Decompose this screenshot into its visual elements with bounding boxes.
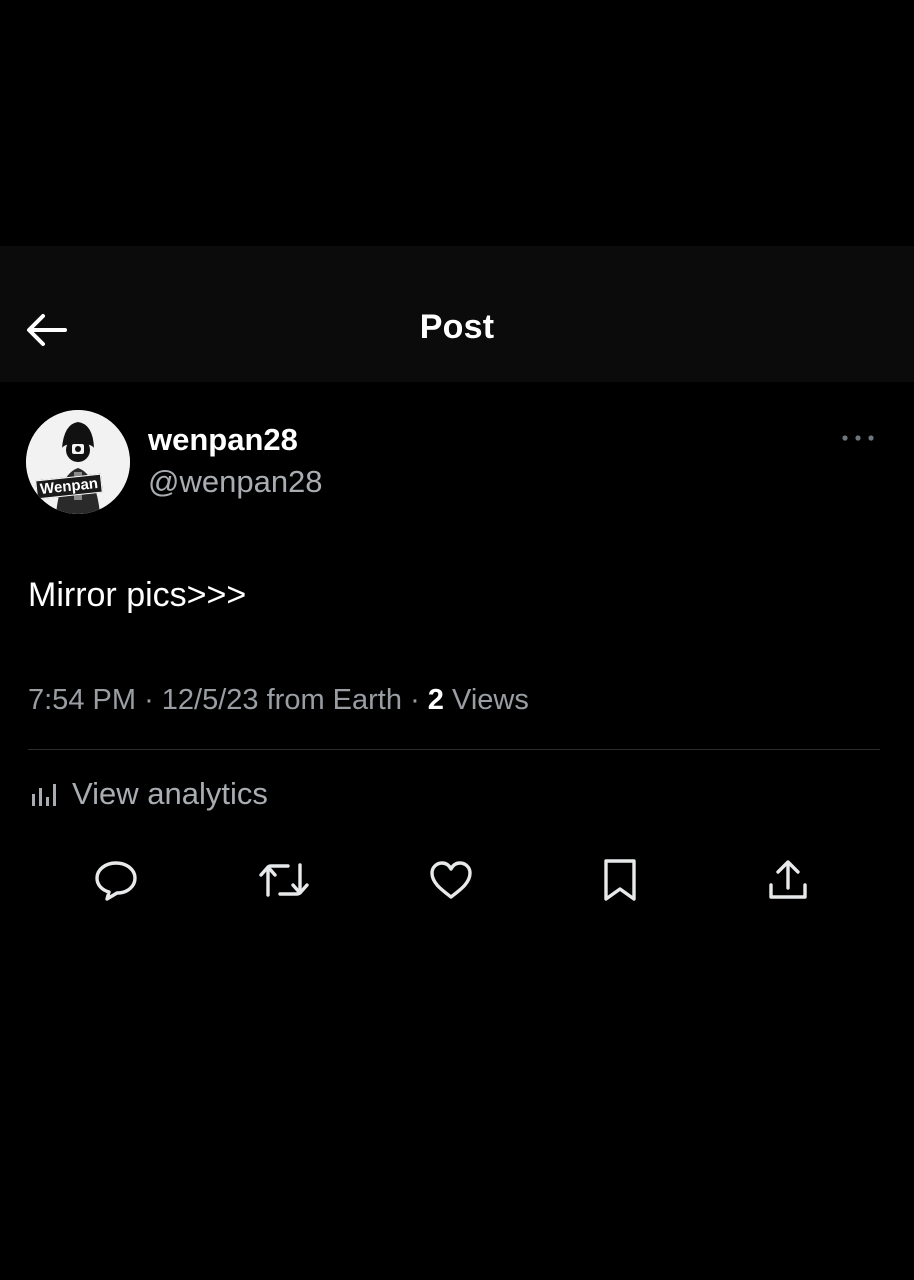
share-button[interactable] <box>760 852 816 908</box>
post-date[interactable]: 12/5/23 <box>162 684 259 716</box>
view-analytics-label: View analytics <box>72 776 268 811</box>
post-time[interactable]: 7:54 PM <box>28 684 136 716</box>
action-bar <box>0 852 914 908</box>
more-options-button[interactable] <box>836 428 880 448</box>
share-icon <box>766 858 810 902</box>
author-display-name[interactable]: wenpan28 <box>148 422 298 458</box>
post-detail: Wenpan wenpan28 @wenpan28 Mirror pics>>>… <box>0 382 914 1032</box>
ellipsis-icon <box>841 434 875 442</box>
meta-separator: · <box>410 684 420 716</box>
post-source: from Earth <box>266 684 402 716</box>
bottom-letterbox <box>0 1032 914 1280</box>
avatar[interactable]: Wenpan <box>26 410 130 514</box>
repost-button[interactable] <box>256 852 312 908</box>
bookmark-button[interactable] <box>592 852 648 908</box>
reply-icon <box>93 859 139 901</box>
post-text: Mirror pics>>> <box>28 576 247 614</box>
repost-icon <box>258 859 310 901</box>
meta-separator: · <box>144 684 154 716</box>
views-count: 2 <box>427 684 444 716</box>
reply-button[interactable] <box>88 852 144 908</box>
top-letterbox <box>0 0 914 246</box>
bookmark-icon <box>600 857 640 903</box>
divider <box>28 749 880 750</box>
heart-icon <box>428 859 474 901</box>
view-analytics-link[interactable]: View analytics <box>30 776 268 812</box>
views-label: Views <box>452 684 529 716</box>
bar-chart-icon <box>30 780 58 808</box>
post-header: Post <box>0 246 914 382</box>
author-handle[interactable]: @wenpan28 <box>148 464 323 500</box>
like-button[interactable] <box>423 852 479 908</box>
page-title: Post <box>419 308 495 346</box>
post-metadata: 7:54 PM · 12/5/23 from Earth · 2 Views <box>28 684 529 717</box>
